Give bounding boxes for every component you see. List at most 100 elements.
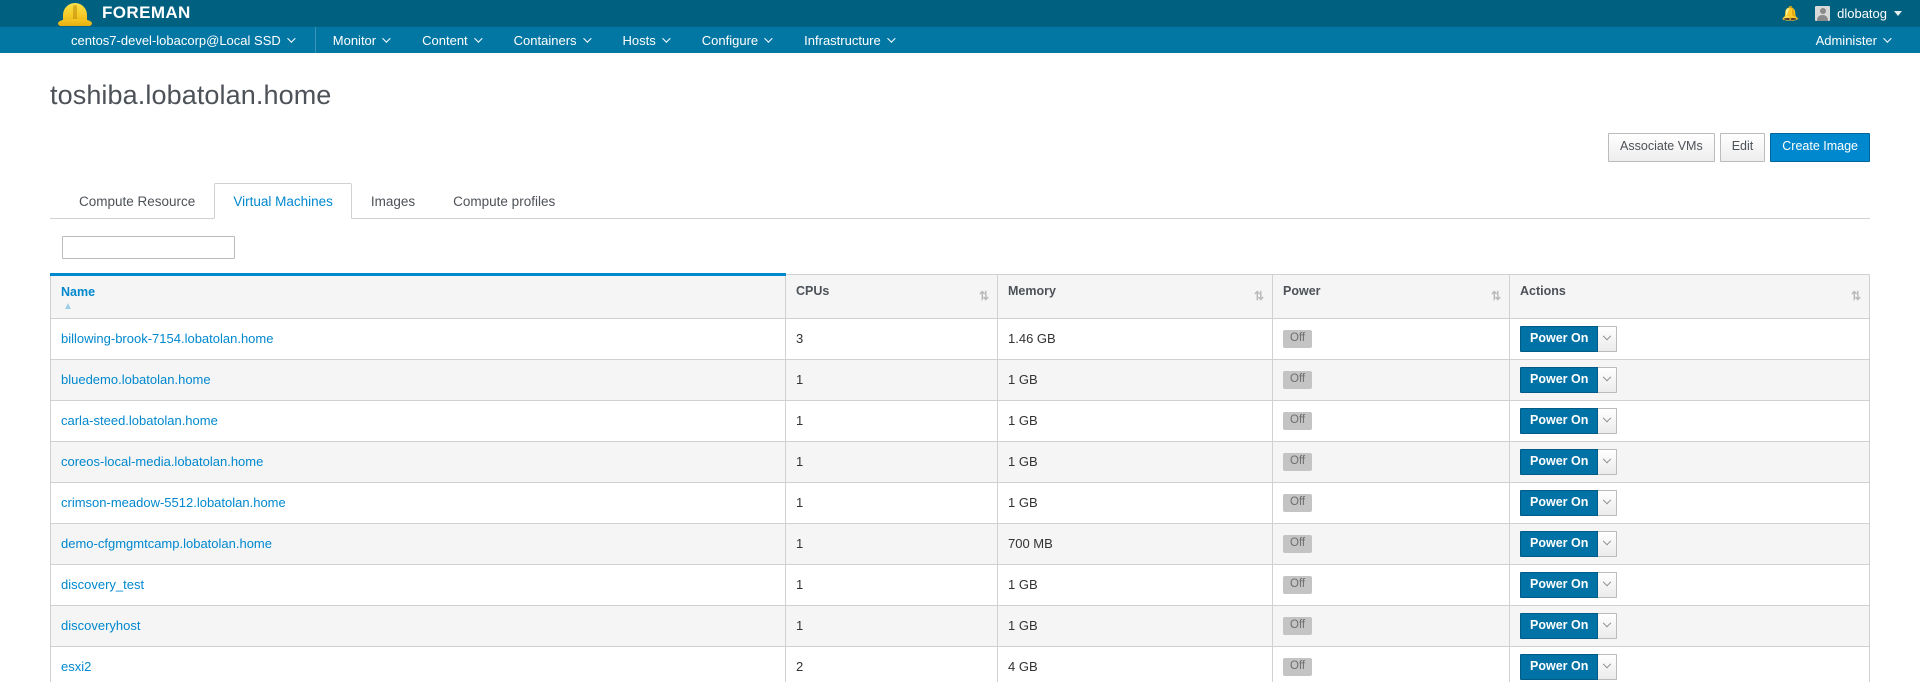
power-on-button[interactable]: Power On [1520, 366, 1599, 393]
table-row: crimson-meadow-5512.lobatolan.home 1 1 GB O… [50, 481, 1870, 524]
table-row: discovery_test 1 1 GB Off Power On [50, 563, 1870, 606]
cell-actions: Power On [1509, 645, 1870, 682]
power-action-group: Power On [1520, 653, 1618, 680]
power-action-dropdown-toggle[interactable] [1598, 325, 1618, 352]
cpus-value: 1 [796, 372, 804, 388]
power-action-dropdown-toggle[interactable] [1598, 366, 1618, 393]
nav-item-configure[interactable]: Configure [685, 27, 787, 53]
power-on-button[interactable]: Power On [1520, 489, 1599, 516]
chevron-down-icon [1603, 577, 1612, 587]
nav-item-administer[interactable]: Administer [1799, 27, 1906, 53]
cell-cpus: 1 [785, 563, 998, 606]
nav-item-label: Administer [1815, 32, 1877, 48]
cpus-value: 1 [796, 454, 804, 470]
cell-memory: 700 MB [997, 522, 1273, 565]
cell-memory: 1 GB [997, 399, 1273, 442]
bell-icon[interactable]: 🔔 [1782, 6, 1799, 20]
cell-power: Off [1272, 645, 1510, 682]
nav-item-infrastructure[interactable]: Infrastructure [787, 27, 910, 53]
chevron-down-icon [1603, 536, 1612, 546]
associate-vms-button[interactable]: Associate VMs [1608, 133, 1715, 162]
column-header-actions[interactable]: Actions ⇅ [1509, 273, 1870, 319]
status-badge: Off [1283, 371, 1313, 389]
power-action-dropdown-toggle[interactable] [1598, 530, 1618, 557]
nav-item-hosts[interactable]: Hosts [606, 27, 685, 53]
power-on-button[interactable]: Power On [1520, 407, 1599, 434]
vm-name-link[interactable]: esxi2 [61, 659, 91, 674]
power-action-group: Power On [1520, 366, 1618, 393]
vm-name-link[interactable]: discoveryhost [61, 618, 140, 633]
chevron-down-icon [1603, 372, 1612, 382]
column-header-power[interactable]: Power ⇅ [1272, 273, 1510, 319]
power-on-button[interactable]: Power On [1520, 612, 1599, 639]
power-action-group: Power On [1520, 325, 1618, 352]
power-action-dropdown-toggle[interactable] [1598, 571, 1618, 598]
tab-compute-resource[interactable]: Compute Resource [60, 183, 214, 219]
page-title: toshiba.lobatolan.home [50, 80, 332, 110]
status-badge: Off [1283, 535, 1313, 553]
chevron-down-icon [1603, 659, 1612, 669]
column-header-name[interactable]: Name ▲ [50, 272, 786, 319]
power-action-dropdown-toggle[interactable] [1598, 489, 1618, 516]
vm-name-link[interactable]: carla-steed.lobatolan.home [61, 413, 218, 428]
vm-name-link[interactable]: billowing-brook-7154.lobatolan.home [61, 331, 273, 346]
virtual-machines-table: Name ▲ CPUs ⇅ Memory ⇅ Power ⇅ Actions ⇅… [50, 272, 1870, 682]
vm-name-link[interactable]: crimson-meadow-5512.lobatolan.home [61, 495, 286, 510]
cell-name: coreos-local-media.lobatolan.home [50, 440, 786, 483]
status-badge: Off [1283, 412, 1313, 430]
power-on-button[interactable]: Power On [1520, 325, 1599, 352]
chevron-down-icon [1603, 413, 1612, 423]
power-action-dropdown-toggle[interactable] [1598, 448, 1618, 475]
cell-memory: 1 GB [997, 563, 1273, 606]
power-action-dropdown-toggle[interactable] [1598, 407, 1618, 434]
chevron-down-icon [764, 34, 773, 43]
chevron-down-icon [661, 34, 671, 43]
table-row: carla-steed.lobatolan.home 1 1 GB Off Power … [50, 399, 1870, 442]
cell-name: demo-cfgmgmtcamp.lobatolan.home [50, 522, 786, 565]
power-on-button[interactable]: Power On [1520, 653, 1599, 680]
nav-item-content[interactable]: Content [405, 27, 497, 53]
memory-value: 1 GB [1008, 454, 1038, 470]
tab-images[interactable]: Images [352, 183, 434, 219]
nav-item-monitor[interactable]: Monitor [316, 27, 405, 53]
vm-name-link[interactable]: demo-cfgmgmtcamp.lobatolan.home [61, 536, 272, 551]
cell-cpus: 1 [785, 481, 998, 524]
chevron-down-icon [886, 34, 896, 43]
vm-name-link[interactable]: bluedemo.lobatolan.home [61, 372, 211, 387]
memory-value: 1 GB [1008, 413, 1038, 429]
chevron-down-icon [473, 34, 483, 43]
table-row: billowing-brook-7154.lobatolan.home 3 1.46… [50, 317, 1870, 360]
edit-button[interactable]: Edit [1719, 133, 1766, 162]
power-on-button[interactable]: Power On [1520, 448, 1599, 475]
nav-item-containers[interactable]: Containers [497, 27, 606, 53]
power-action-dropdown-toggle[interactable] [1598, 653, 1618, 680]
cell-cpus: 1 [785, 440, 998, 483]
column-header-cpus[interactable]: CPUs ⇅ [785, 273, 998, 319]
power-action-dropdown-toggle[interactable] [1598, 612, 1618, 639]
memory-value: 1 GB [1008, 577, 1038, 593]
tab-compute-profiles[interactable]: Compute profiles [434, 183, 574, 219]
chevron-down-icon [582, 34, 592, 43]
cpus-value: 3 [796, 331, 804, 347]
chevron-down-icon [1603, 331, 1612, 341]
chevron-down-icon [1603, 495, 1612, 505]
nav-context-selector[interactable]: centos7-devel-lobacorp@Local SSD [54, 27, 316, 53]
nav-right-group: Administer [1799, 27, 1906, 53]
column-header-label: Name [61, 284, 96, 299]
page-action-toolbar: Associate VMs Edit Create Image [50, 133, 1870, 162]
brand-bar: FOREMAN 🔔 dlobatog [0, 0, 1920, 28]
create-image-button[interactable]: Create Image [1770, 133, 1870, 162]
tab-bar: Compute Resource Virtual Machines Images… [50, 182, 1870, 219]
user-menu[interactable]: dlobatog [1815, 5, 1902, 21]
tab-virtual-machines[interactable]: Virtual Machines [214, 182, 352, 219]
power-on-button[interactable]: Power On [1520, 530, 1599, 557]
vm-name-link[interactable]: discovery_test [61, 577, 144, 592]
cell-cpus: 3 [785, 317, 998, 360]
cpus-value: 1 [796, 536, 804, 552]
column-header-memory[interactable]: Memory ⇅ [997, 273, 1273, 319]
search-input[interactable] [62, 235, 235, 259]
power-on-button[interactable]: Power On [1520, 571, 1599, 598]
vm-name-link[interactable]: coreos-local-media.lobatolan.home [61, 454, 263, 469]
cell-actions: Power On [1509, 522, 1870, 565]
cell-cpus: 1 [785, 358, 998, 401]
